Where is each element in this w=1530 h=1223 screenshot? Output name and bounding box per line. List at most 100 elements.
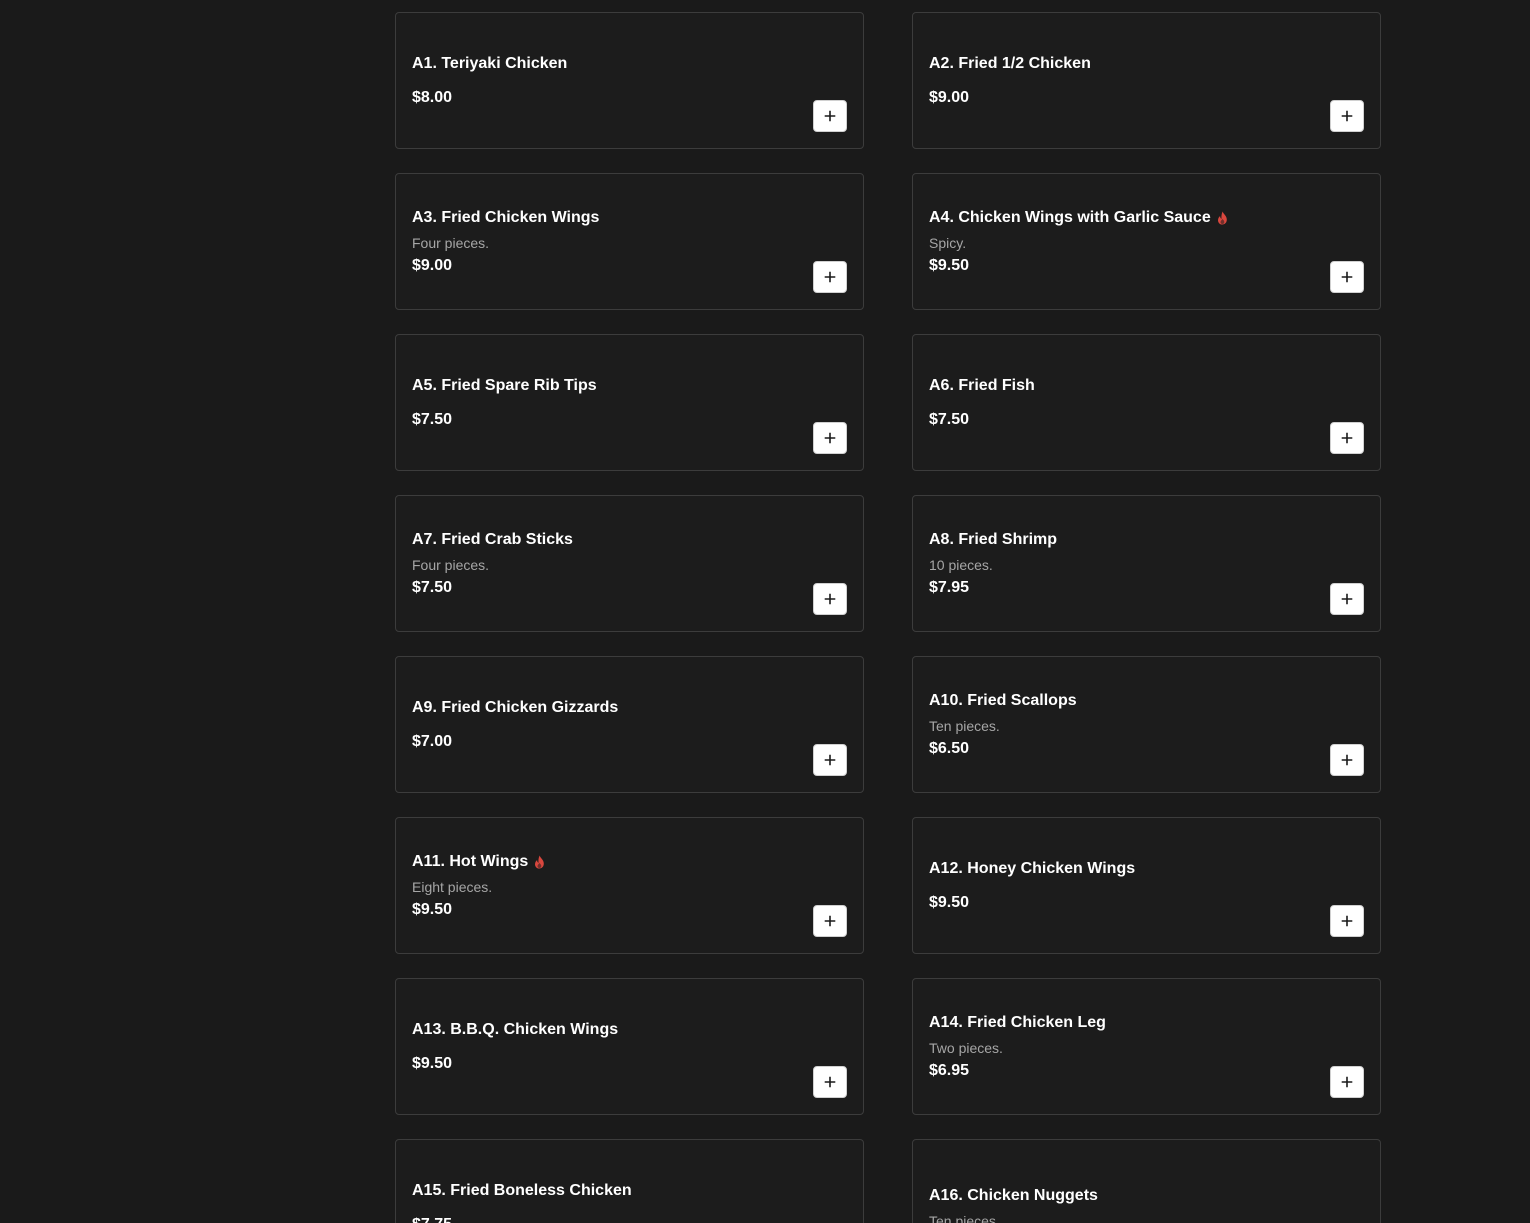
- menu-item-price: $7.95: [929, 578, 970, 596]
- menu-item-name-row: A5. Fried Spare Rib Tips: [412, 375, 847, 397]
- menu-item-card[interactable]: A13. B.B.Q. Chicken Wings $9.50: [395, 978, 864, 1115]
- menu-item-card[interactable]: A3. Fried Chicken Wings Four pieces. $9.00: [395, 173, 864, 310]
- add-to-cart-button[interactable]: [1330, 905, 1364, 937]
- menu-item-card[interactable]: A1. Teriyaki Chicken $8.00: [395, 12, 864, 149]
- menu-item-card[interactable]: A6. Fried Fish $7.50: [912, 334, 1381, 471]
- menu-item-price: $7.75: [412, 1214, 847, 1223]
- add-to-cart-button[interactable]: [813, 1066, 847, 1098]
- menu-item-name: A1. Teriyaki Chicken: [412, 54, 568, 72]
- menu-item-description: Ten pieces.: [929, 1213, 1000, 1223]
- menu-item-price: $8.00: [412, 88, 453, 106]
- menu-item-name-row: A2. Fried 1/2 Chicken: [929, 53, 1364, 75]
- menu-item-description: Spicy.: [929, 234, 967, 251]
- plus-icon: [824, 1076, 836, 1088]
- menu-item-description: Eight pieces.: [412, 878, 493, 895]
- fire-icon: [534, 855, 545, 869]
- menu-item-name: A16. Chicken Nuggets: [929, 1187, 1098, 1204]
- menu-item-price: $7.50: [412, 410, 453, 428]
- menu-item-name-row: A10. Fried Scallops: [929, 690, 1364, 712]
- menu-item-name: A11. Hot Wings: [412, 852, 529, 870]
- menu-item-name: A4. Chicken Wings with Garlic Sauce: [929, 208, 1211, 226]
- menu-item-price: $7.50: [929, 410, 970, 428]
- menu-item-name-row: A15. Fried Boneless Chicken: [412, 1180, 847, 1202]
- menu-item-card[interactable]: A5. Fried Spare Rib Tips $7.50: [395, 334, 864, 471]
- plus-icon: [1341, 432, 1353, 444]
- menu-item-card[interactable]: A9. Fried Chicken Gizzards $7.00: [395, 656, 864, 793]
- menu-item-name: A3. Fried Chicken Wings: [412, 208, 600, 226]
- menu-item-price: $7.00: [412, 732, 453, 750]
- plus-icon: [1341, 593, 1353, 605]
- menu-item-name-row: A3. Fried Chicken Wings: [412, 207, 847, 229]
- menu-item-grid: A1. Teriyaki Chicken $8.00 A2. Fried 1/2 C…: [395, 12, 1381, 1223]
- plus-icon: [1341, 271, 1353, 283]
- menu-item-name: A5. Fried Spare Rib Tips: [412, 376, 597, 394]
- menu-item-card[interactable]: A8. Fried Shrimp 10 pieces. $7.95: [912, 495, 1381, 632]
- add-to-cart-button[interactable]: [1330, 422, 1364, 454]
- add-to-cart-button[interactable]: [1330, 100, 1364, 132]
- menu-item-price: $9.00: [412, 256, 453, 274]
- menu-item-card[interactable]: A12. Honey Chicken Wings $9.50: [912, 817, 1381, 954]
- plus-icon: [1341, 754, 1353, 766]
- menu-item-price: $7.50: [412, 578, 453, 596]
- menu-item-price: $9.00: [929, 88, 970, 106]
- menu-item-card[interactable]: A14. Fried Chicken Leg Two pieces. $6.95: [912, 978, 1381, 1115]
- menu-item-price: $6.95: [929, 1061, 970, 1079]
- menu-item-description: Four pieces.: [412, 234, 490, 251]
- menu-item-name-row: A13. B.B.Q. Chicken Wings: [412, 1019, 847, 1041]
- add-to-cart-button[interactable]: [1330, 744, 1364, 776]
- menu-item-name-row: A4. Chicken Wings with Garlic Sauce: [929, 207, 1364, 229]
- menu-item-price: $6.50: [929, 739, 970, 757]
- menu-item-card[interactable]: A15. Fried Boneless Chicken $7.75: [395, 1139, 864, 1223]
- menu-item-card[interactable]: A10. Fried Scallops Ten pieces. $6.50: [912, 656, 1381, 793]
- menu-item-price: $9.50: [412, 1054, 453, 1072]
- plus-icon: [824, 271, 836, 283]
- add-to-cart-button[interactable]: [1330, 583, 1364, 615]
- plus-icon: [1341, 915, 1353, 927]
- add-to-cart-button[interactable]: [1330, 261, 1364, 293]
- plus-icon: [1341, 110, 1353, 122]
- menu-item-description: 10 pieces.: [929, 556, 993, 573]
- menu-item-price: $9.50: [929, 893, 970, 911]
- menu-item-name-row: A6. Fried Fish: [929, 375, 1364, 397]
- plus-icon: [824, 593, 836, 605]
- menu-item-card[interactable]: A7. Fried Crab Sticks Four pieces. $7.50: [395, 495, 864, 632]
- menu-item-price: $9.50: [929, 256, 970, 274]
- menu-item-name-row: A9. Fried Chicken Gizzards: [412, 697, 847, 719]
- menu-item-card[interactable]: A11. Hot Wings Eight pieces. $9.50: [395, 817, 864, 954]
- add-to-cart-button[interactable]: [813, 422, 847, 454]
- menu-item-name: A2. Fried 1/2 Chicken: [929, 54, 1091, 72]
- menu-item-name-row: A16. Chicken Nuggets: [929, 1185, 1364, 1207]
- add-to-cart-button[interactable]: [813, 905, 847, 937]
- plus-icon: [824, 754, 836, 766]
- fire-icon: [1217, 211, 1228, 225]
- menu-item-name: A14. Fried Chicken Leg: [929, 1013, 1106, 1031]
- menu-item-card[interactable]: A2. Fried 1/2 Chicken $9.00: [912, 12, 1381, 149]
- menu-page: A1. Teriyaki Chicken $8.00 A2. Fried 1/2 C…: [0, 0, 1530, 1223]
- menu-item-name: A12. Honey Chicken Wings: [929, 859, 1136, 877]
- menu-item-description: Two pieces.: [929, 1039, 1003, 1056]
- menu-item-description: Four pieces.: [412, 556, 490, 573]
- plus-icon: [1341, 1076, 1353, 1088]
- menu-item-name-row: A7. Fried Crab Sticks: [412, 529, 847, 551]
- menu-item-name-row: A12. Honey Chicken Wings: [929, 858, 1364, 880]
- menu-item-name: A7. Fried Crab Sticks: [412, 530, 573, 548]
- menu-item-name: A10. Fried Scallops: [929, 691, 1077, 709]
- menu-item-card[interactable]: A4. Chicken Wings with Garlic Sauce Spicy…: [912, 173, 1381, 310]
- menu-item-name: A13. B.B.Q. Chicken Wings: [412, 1020, 619, 1038]
- menu-item-name-row: A14. Fried Chicken Leg: [929, 1012, 1364, 1034]
- add-to-cart-button[interactable]: [813, 744, 847, 776]
- menu-item-card[interactable]: A16. Chicken Nuggets Ten pieces.: [912, 1139, 1381, 1223]
- menu-item-name: A8. Fried Shrimp: [929, 530, 1058, 548]
- add-to-cart-button[interactable]: [1330, 1066, 1364, 1098]
- menu-item-price: $9.50: [412, 900, 453, 918]
- plus-icon: [824, 915, 836, 927]
- plus-icon: [824, 110, 836, 122]
- menu-item-name-row: A11. Hot Wings: [412, 851, 847, 873]
- menu-item-name: A6. Fried Fish: [929, 376, 1035, 394]
- menu-item-description: Ten pieces.: [929, 717, 1000, 734]
- menu-item-name: A15. Fried Boneless Chicken: [412, 1181, 632, 1199]
- plus-icon: [824, 432, 836, 444]
- add-to-cart-button[interactable]: [813, 583, 847, 615]
- add-to-cart-button[interactable]: [813, 100, 847, 132]
- add-to-cart-button[interactable]: [813, 261, 847, 293]
